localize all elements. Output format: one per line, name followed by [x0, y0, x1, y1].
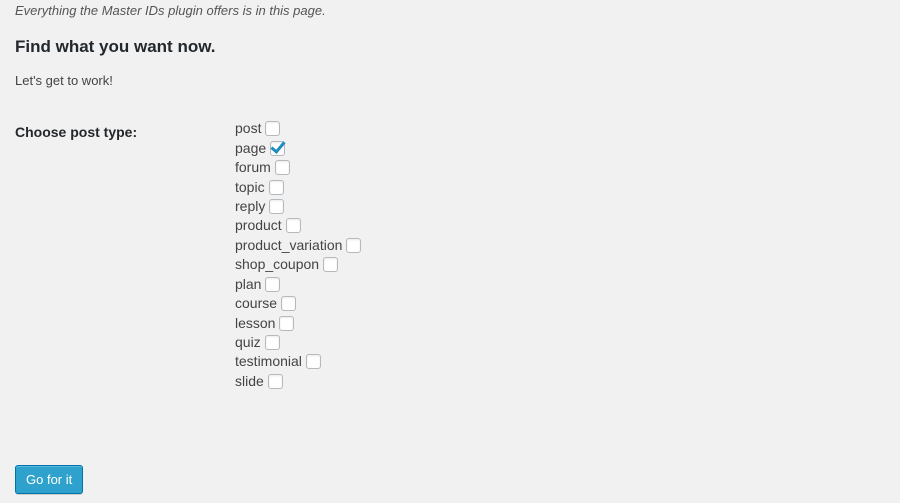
checkbox[interactable]	[268, 179, 284, 195]
option-label: plan	[235, 275, 262, 292]
post-type-option[interactable]: testimonial	[235, 352, 361, 371]
option-label: course	[235, 295, 278, 312]
option-label: slide	[235, 372, 264, 389]
post-type-option[interactable]: product_variation	[235, 236, 362, 255]
option-label: quiz	[235, 334, 261, 351]
checkbox[interactable]	[265, 276, 281, 292]
post-type-option[interactable]: plan	[235, 275, 361, 294]
checkbox[interactable]	[305, 354, 321, 370]
option-label: reply	[235, 197, 266, 214]
post-type-option[interactable]: course	[235, 294, 361, 313]
option-label: post	[235, 120, 262, 137]
option-label: page	[235, 139, 267, 156]
post-type-option[interactable]: page	[235, 138, 361, 157]
checkbox[interactable]	[267, 373, 283, 389]
option-label: product	[235, 217, 282, 234]
checkbox[interactable]	[285, 218, 301, 234]
post-type-label: Choose post type:	[15, 124, 138, 140]
option-label: shop_coupon	[235, 256, 320, 273]
checkbox[interactable]	[265, 121, 281, 137]
checkbox[interactable]	[274, 160, 290, 176]
go-for-it-button[interactable]: Go for it	[15, 465, 84, 494]
checkbox[interactable]	[346, 237, 362, 253]
checkbox[interactable]	[281, 296, 297, 312]
checkbox[interactable]	[269, 198, 285, 214]
post-type-option[interactable]: lesson	[235, 313, 361, 332]
post-type-option[interactable]: post	[235, 119, 361, 138]
option-label: testimonial	[235, 353, 302, 370]
plugin-page: Everything the Master IDs plugin offers …	[0, 0, 900, 503]
post-type-options: post page forum topic reply product prod…	[235, 119, 362, 391]
checkbox[interactable]	[323, 257, 339, 273]
option-label: lesson	[235, 314, 276, 331]
post-type-option[interactable]: quiz	[235, 333, 361, 352]
checkbox[interactable]	[264, 335, 280, 351]
subtitle-text: Let's get to work!	[15, 73, 113, 88]
option-label: forum	[235, 159, 271, 176]
post-type-option[interactable]: slide	[235, 372, 361, 391]
checkbox-checked[interactable]	[270, 140, 286, 156]
post-type-option[interactable]: forum	[235, 158, 361, 177]
option-label: product_variation	[235, 236, 343, 253]
checkbox[interactable]	[279, 315, 295, 331]
intro-text: Everything the Master IDs plugin offers …	[15, 3, 326, 18]
page-title: Find what you want now.	[15, 37, 216, 56]
post-type-option[interactable]: shop_coupon	[235, 255, 361, 274]
post-type-option[interactable]: reply	[235, 197, 361, 216]
post-type-option[interactable]: product	[235, 216, 361, 235]
post-type-option[interactable]: topic	[235, 177, 361, 196]
option-label: topic	[235, 178, 265, 195]
